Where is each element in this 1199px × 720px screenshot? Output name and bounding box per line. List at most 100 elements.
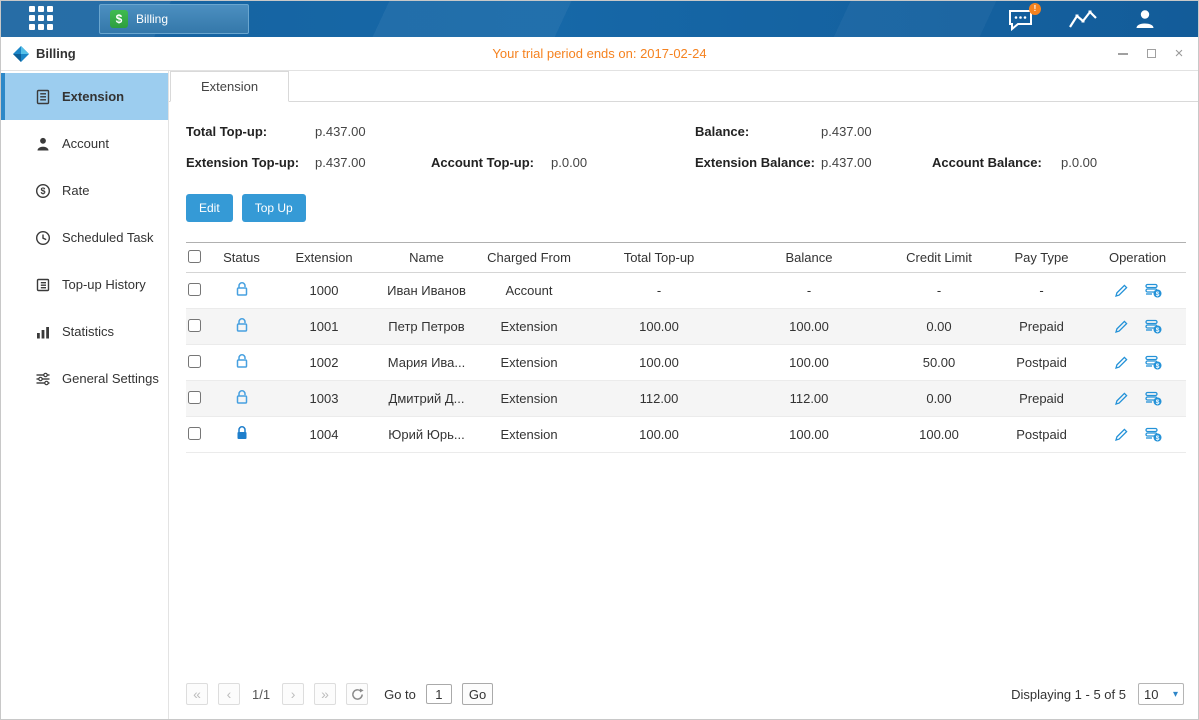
charged-from-cell: Extension [474, 345, 584, 381]
refresh-icon[interactable] [346, 683, 368, 705]
row-checkbox[interactable] [188, 319, 201, 332]
table-row[interactable]: 1004 Юрий Юрь... Extension 100.00 100.00… [186, 417, 1186, 453]
account-topup-value: p.0.00 [551, 155, 695, 170]
page-size-select[interactable]: 10 ▾ [1138, 683, 1184, 705]
sidebar-item-label: Scheduled Task [62, 230, 154, 245]
tab-extension[interactable]: Extension [170, 71, 289, 102]
name-cell: Юрий Юрь... [379, 417, 474, 453]
svg-text:$: $ [1155, 291, 1159, 298]
billing-summary: Total Top-up: p.437.00 Balance: p.437.00… [186, 116, 1184, 178]
maximize-icon[interactable] [1144, 47, 1158, 61]
sliders-icon [35, 371, 51, 387]
sidebar-item-scheduled-task[interactable]: Scheduled Task [1, 214, 168, 261]
edit-button[interactable]: Edit [186, 194, 233, 222]
extension-topup-value: p.437.00 [315, 155, 431, 170]
total-topup-cell: 100.00 [584, 345, 734, 381]
prev-page-button[interactable]: ‹ [218, 683, 240, 705]
topup-row-icon[interactable]: $ [1145, 427, 1162, 442]
total-topup-cell: - [584, 273, 734, 309]
balance-label: Balance: [695, 124, 821, 139]
sidebar-item-account[interactable]: Account [1, 120, 168, 167]
row-checkbox[interactable] [188, 391, 201, 404]
table-row[interactable]: 1002 Мария Ива... Extension 100.00 100.0… [186, 345, 1186, 381]
balance-value: p.437.00 [821, 124, 932, 139]
extension-balance-label: Extension Balance: [695, 155, 821, 170]
credit-limit-cell: 50.00 [884, 345, 994, 381]
select-all-checkbox[interactable] [188, 250, 201, 263]
page-size-value: 10 [1144, 687, 1158, 702]
sidebar-item-general-settings[interactable]: General Settings [1, 355, 168, 402]
edit-row-icon[interactable] [1114, 355, 1129, 370]
extension-balance-value: p.437.00 [821, 155, 932, 170]
name-cell: Иван Иванов [379, 273, 474, 309]
pay-type-cell: - [994, 273, 1089, 309]
row-checkbox[interactable] [188, 283, 201, 296]
close-icon[interactable]: × [1172, 47, 1186, 61]
charged-from-cell: Extension [474, 381, 584, 417]
displaying-text: Displaying 1 - 5 of 5 [1011, 687, 1126, 702]
go-button[interactable]: Go [462, 683, 493, 705]
sidebar-item-label: Account [62, 136, 109, 151]
pay-type-cell: Postpaid [994, 417, 1089, 453]
messages-icon[interactable]: ! [1008, 8, 1034, 31]
col-name: Name [379, 243, 474, 273]
last-page-button[interactable]: » [314, 683, 336, 705]
first-page-button[interactable]: « [186, 683, 208, 705]
svg-text:$: $ [1155, 399, 1159, 406]
apps-menu-icon[interactable] [29, 6, 55, 32]
edit-row-icon[interactable] [1114, 319, 1129, 334]
row-checkbox[interactable] [188, 427, 201, 440]
sidebar-item-topup-history[interactable]: Top-up History [1, 261, 168, 308]
window-title: Billing [36, 46, 76, 61]
balance-cell: - [734, 273, 884, 309]
topup-row-icon[interactable]: $ [1145, 319, 1162, 334]
status-lock-icon [235, 285, 249, 300]
next-page-button[interactable]: › [282, 683, 304, 705]
account-topup-label: Account Top-up: [431, 155, 551, 170]
sidebar-item-label: General Settings [62, 371, 159, 386]
col-pay-type: Pay Type [994, 243, 1089, 273]
edit-row-icon[interactable] [1114, 391, 1129, 406]
stats-chart-icon[interactable] [1068, 9, 1098, 30]
sidebar: Extension Account $ Rate Scheduled Task … [1, 71, 169, 719]
total-topup-value: p.437.00 [315, 124, 431, 139]
balance-cell: 100.00 [734, 309, 884, 345]
svg-text:$: $ [1155, 327, 1159, 334]
topup-row-icon[interactable]: $ [1145, 355, 1162, 370]
extension-icon [35, 89, 51, 105]
minimize-icon[interactable] [1116, 47, 1130, 61]
extension-cell: 1004 [269, 417, 379, 453]
sidebar-item-statistics[interactable]: Statistics [1, 308, 168, 355]
topup-row-icon[interactable]: $ [1145, 283, 1162, 298]
edit-row-icon[interactable] [1114, 427, 1129, 442]
total-topup-cell: 112.00 [584, 381, 734, 417]
extension-topup-label: Extension Top-up: [186, 155, 315, 170]
user-account-icon[interactable] [1132, 7, 1158, 31]
account-balance-label: Account Balance: [932, 155, 1061, 170]
table-row[interactable]: 1001 Петр Петров Extension 100.00 100.00… [186, 309, 1186, 345]
credit-limit-cell: 100.00 [884, 417, 994, 453]
tab-bar: Extension [169, 71, 1198, 102]
goto-page-input[interactable] [426, 684, 452, 704]
table-row[interactable]: 1000 Иван Иванов Account - - - - $ [186, 273, 1186, 309]
topup-row-icon[interactable]: $ [1145, 391, 1162, 406]
charged-from-cell: Extension [474, 309, 584, 345]
titlebar: Billing Your trial period ends on: 2017-… [1, 37, 1198, 71]
trial-notice: Your trial period ends on: 2017-02-24 [1, 46, 1198, 61]
status-lock-icon [235, 321, 249, 336]
sidebar-item-rate[interactable]: $ Rate [1, 167, 168, 214]
sidebar-item-extension[interactable]: Extension [1, 73, 168, 120]
topbar: $ Billing ! [1, 1, 1198, 37]
rate-icon: $ [35, 183, 51, 199]
table-row[interactable]: 1003 Дмитрий Д... Extension 112.00 112.0… [186, 381, 1186, 417]
billing-app-tab[interactable]: $ Billing [99, 4, 249, 34]
status-lock-icon [235, 393, 249, 408]
col-total-topup: Total Top-up [584, 243, 734, 273]
page-indicator: 1/1 [250, 687, 272, 702]
extension-cell: 1000 [269, 273, 379, 309]
row-checkbox[interactable] [188, 355, 201, 368]
balance-cell: 112.00 [734, 381, 884, 417]
top-up-button[interactable]: Top Up [242, 194, 306, 222]
col-status: Status [214, 243, 269, 273]
edit-row-icon[interactable] [1114, 283, 1129, 298]
